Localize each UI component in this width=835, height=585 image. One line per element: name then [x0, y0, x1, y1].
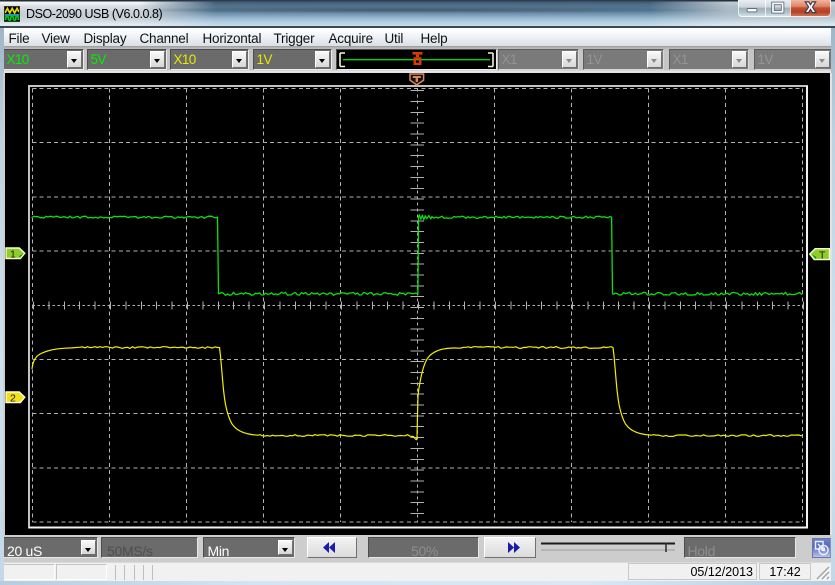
svg-text:2: 2 [10, 392, 16, 404]
svg-text:1: 1 [10, 248, 16, 260]
svg-text:T: T [819, 249, 826, 261]
